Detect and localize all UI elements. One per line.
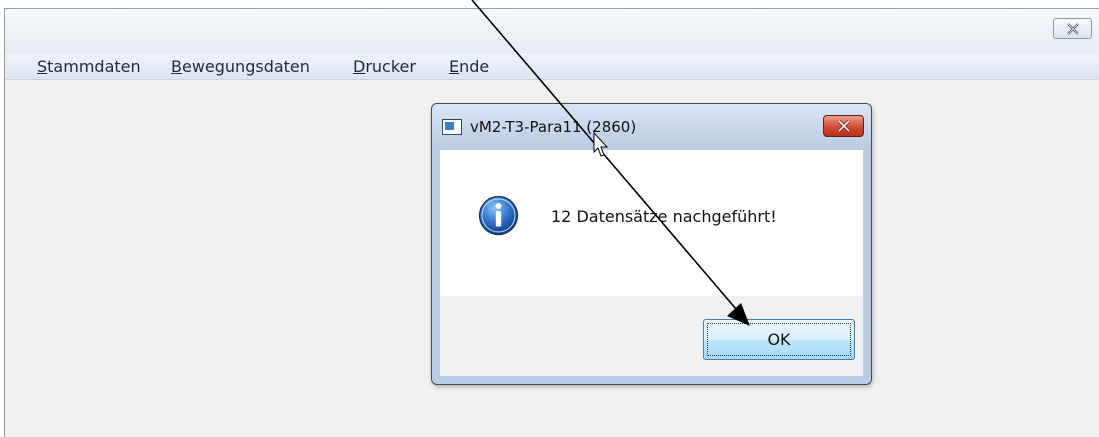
- ok-button[interactable]: OK: [703, 319, 855, 360]
- menubar: Stammdaten Bewegungsdaten Drucker Ende: [5, 53, 1099, 80]
- menu-ende[interactable]: Ende: [449, 57, 489, 76]
- message-dialog: vM2-T3-Para11 (2860) 12 Datensätze nachg…: [431, 103, 872, 385]
- menu-bewegungsdaten[interactable]: Bewegungsdaten: [171, 57, 310, 76]
- main-titlebar: [5, 9, 1099, 53]
- app-window-icon: [442, 119, 462, 135]
- dialog-body: 12 Datensätze nachgeführt!: [440, 150, 863, 296]
- dialog-close-button[interactable]: [823, 115, 864, 137]
- dialog-titlebar: vM2-T3-Para11 (2860): [432, 104, 871, 150]
- dialog-footer: OK: [440, 296, 863, 376]
- info-icon: [478, 195, 519, 236]
- close-icon: [1066, 22, 1079, 35]
- main-close-button[interactable]: [1053, 18, 1092, 39]
- close-icon: [837, 120, 850, 132]
- menu-drucker[interactable]: Drucker: [353, 57, 416, 76]
- menu-stammdaten[interactable]: Stammdaten: [37, 57, 141, 76]
- dialog-message: 12 Datensätze nachgeführt!: [551, 207, 777, 226]
- dialog-title: vM2-T3-Para11 (2860): [470, 118, 637, 136]
